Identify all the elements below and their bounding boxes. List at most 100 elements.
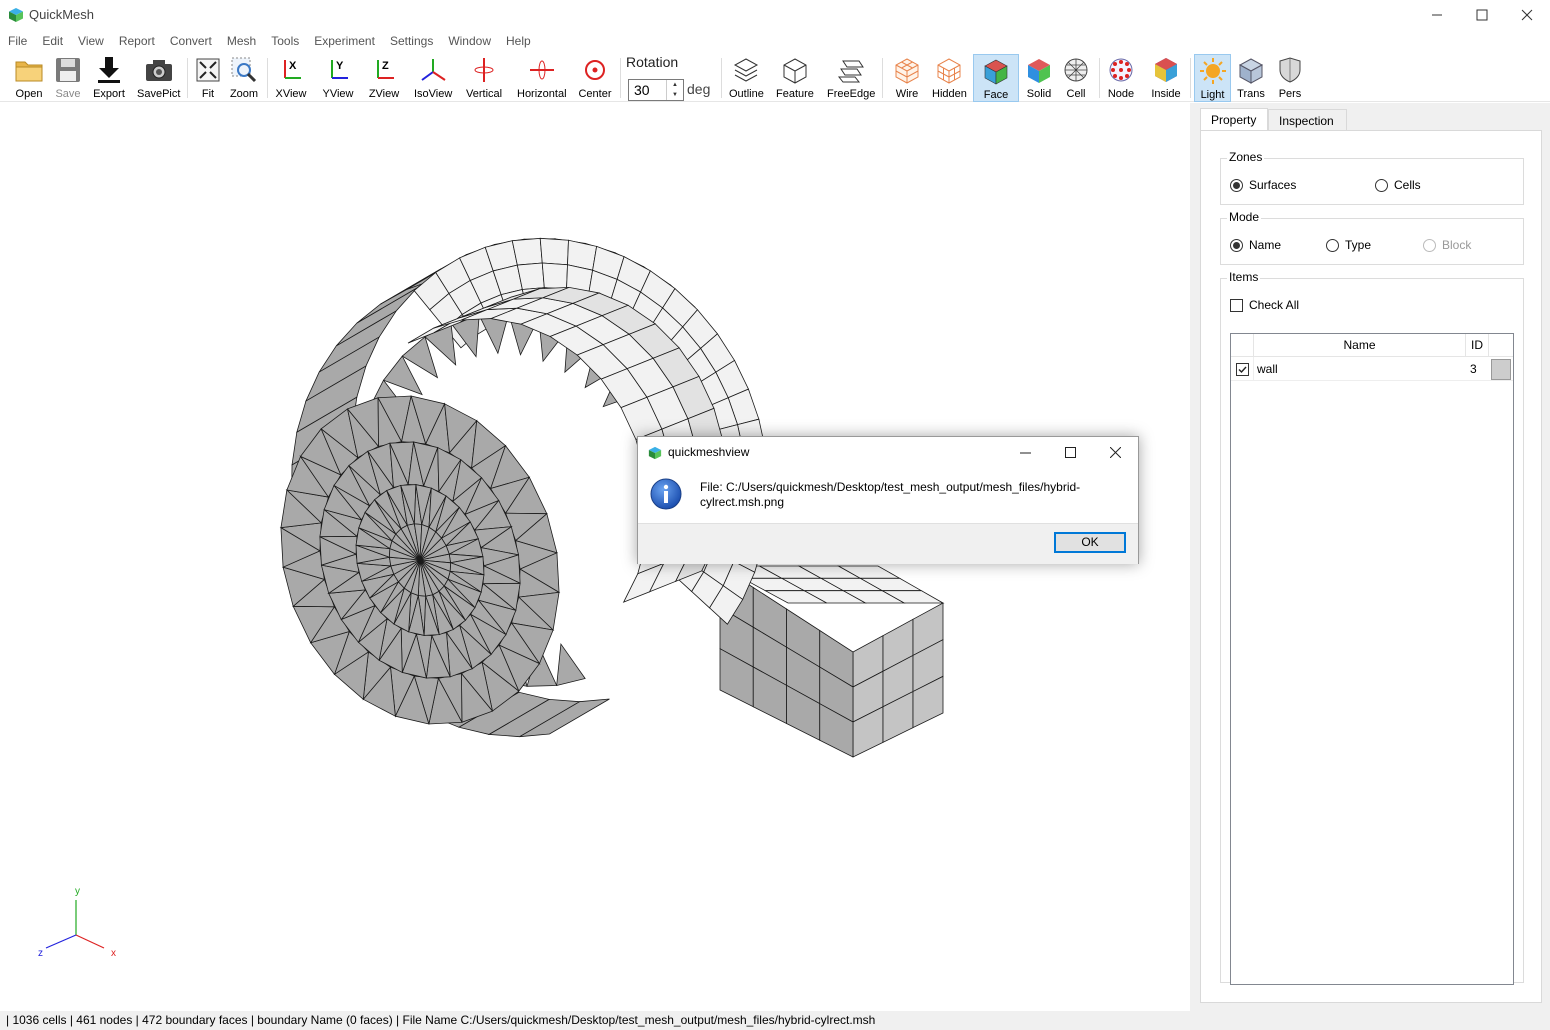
- camera-icon: [145, 60, 172, 81]
- download-arrow-icon: [98, 57, 120, 83]
- magnifier-icon: [231, 57, 257, 83]
- perspective-shield-icon: [1279, 57, 1301, 83]
- mode-title: Mode: [1227, 210, 1262, 224]
- savepict-button[interactable]: SavePict: [137, 54, 180, 102]
- block-radio[interactable]: Block: [1423, 238, 1471, 252]
- inside-hexagon-icon: [1155, 58, 1177, 82]
- menu-help[interactable]: Help: [498, 34, 538, 48]
- ok-button[interactable]: OK: [1054, 532, 1126, 553]
- menu-mesh[interactable]: Mesh: [219, 34, 263, 48]
- dialog-app-icon: [648, 446, 662, 460]
- toolbar: Open Save Export SavePict Fit Zoom X XVi…: [0, 52, 1550, 102]
- panel-splitter[interactable]: [1190, 103, 1200, 1011]
- items-title: Items: [1227, 270, 1261, 284]
- solid-button[interactable]: Solid: [1022, 54, 1056, 102]
- menu-file[interactable]: File: [0, 34, 34, 48]
- step-face: [556, 642, 586, 687]
- axis-triad: y x z: [38, 886, 116, 959]
- menu-view[interactable]: View: [70, 34, 111, 48]
- dialog-close-button[interactable]: [1092, 437, 1138, 467]
- menu-experiment[interactable]: Experiment: [306, 34, 382, 48]
- maximize-icon: [1476, 9, 1488, 21]
- row-checkbox[interactable]: [1231, 357, 1254, 381]
- spin-down-icon[interactable]: ▼: [672, 92, 678, 98]
- iso-axes-icon: [421, 59, 446, 81]
- close-button[interactable]: [1504, 0, 1550, 30]
- hidden-button[interactable]: Hidden: [932, 54, 967, 102]
- cells-radio[interactable]: Cells: [1375, 178, 1421, 192]
- freeedge-button[interactable]: FreeEdge: [827, 54, 875, 102]
- wire-button[interactable]: Wire: [890, 54, 924, 102]
- zview-button[interactable]: Z ZView: [367, 54, 401, 102]
- center-button[interactable]: Center: [578, 54, 612, 102]
- menu-tools[interactable]: Tools: [263, 34, 306, 48]
- vertical-button[interactable]: Vertical: [466, 54, 502, 102]
- table-header: Name ID: [1231, 334, 1513, 357]
- maximize-icon: [1064, 446, 1076, 458]
- inside-button[interactable]: Inside: [1149, 54, 1183, 102]
- spin-up-icon[interactable]: ▲: [672, 82, 678, 88]
- mode-group: Mode Name Type Block: [1220, 210, 1524, 265]
- table-row[interactable]: wall 3: [1231, 357, 1513, 381]
- minimize-button[interactable]: [1414, 0, 1460, 30]
- window-title: QuickMesh: [29, 7, 95, 22]
- fit-button[interactable]: Fit: [191, 54, 225, 102]
- column-id[interactable]: ID: [1466, 334, 1489, 357]
- face-button[interactable]: Face: [973, 54, 1019, 102]
- menu-window[interactable]: Window: [440, 34, 498, 48]
- check-all-checkbox[interactable]: Check All: [1230, 298, 1299, 312]
- large-cylinder-face: [511, 237, 543, 266]
- rotation-spinner[interactable]: ▲ ▼: [666, 80, 683, 100]
- light-button[interactable]: Light: [1194, 54, 1231, 102]
- pers-button[interactable]: Pers: [1273, 54, 1307, 102]
- trans-button[interactable]: Trans: [1234, 54, 1268, 102]
- dialog-maximize-button[interactable]: [1047, 437, 1093, 467]
- save-button[interactable]: Save: [51, 54, 85, 102]
- isoview-button[interactable]: IsoView: [414, 54, 452, 102]
- export-button[interactable]: Export: [92, 54, 126, 102]
- outline-layers-icon: [734, 58, 759, 82]
- row-color-swatch[interactable]: [1491, 359, 1511, 380]
- tab-property[interactable]: Property: [1200, 108, 1268, 131]
- column-name[interactable]: Name: [1254, 334, 1466, 357]
- z-axis-view-icon: Z: [377, 60, 394, 79]
- menu-convert[interactable]: Convert: [162, 34, 219, 48]
- surfaces-radio[interactable]: Surfaces: [1230, 178, 1296, 192]
- sun-light-icon: [1199, 58, 1226, 84]
- cell-button[interactable]: Cell: [1059, 54, 1093, 102]
- minimize-icon: [1432, 14, 1442, 16]
- node-button[interactable]: Node: [1104, 54, 1138, 102]
- node-points-icon: [1109, 58, 1133, 82]
- open-button[interactable]: Open: [12, 54, 46, 102]
- dialog-minimize-button[interactable]: [1002, 437, 1048, 467]
- menu-settings[interactable]: Settings: [382, 34, 440, 48]
- axis-z-label: z: [38, 948, 43, 959]
- free-edge-icon: [838, 60, 865, 83]
- minimize-icon: [1019, 452, 1031, 453]
- large-cylinder-face: [539, 237, 569, 266]
- zoom-button[interactable]: Zoom: [227, 54, 261, 102]
- outline-button[interactable]: Outline: [729, 54, 764, 102]
- fit-arrows-icon: [196, 58, 220, 82]
- feature-cube-icon: [783, 58, 807, 84]
- tab-inspection[interactable]: Inspection: [1268, 109, 1347, 131]
- checkmark-icon: [1235, 362, 1249, 376]
- feature-button[interactable]: Feature: [776, 54, 814, 102]
- svg-text:Z: Z: [382, 60, 389, 72]
- large-cylinder-face: [541, 262, 568, 290]
- name-radio[interactable]: Name: [1230, 238, 1281, 252]
- status-bar: | 1036 cells | 461 nodes | 472 boundary …: [0, 1011, 1550, 1030]
- maximize-button[interactable]: [1459, 0, 1505, 30]
- horizontal-button[interactable]: Horizontal: [517, 54, 567, 102]
- dialog-footer: OK: [638, 523, 1138, 564]
- large-cylinder-face: [516, 262, 545, 290]
- center-target-icon: [585, 60, 605, 80]
- type-radio[interactable]: Type: [1326, 238, 1371, 252]
- menu-edit[interactable]: Edit: [34, 34, 70, 48]
- yview-button[interactable]: Y YView: [321, 54, 355, 102]
- transparent-cube-icon: [1238, 58, 1264, 84]
- svg-text:X: X: [289, 60, 297, 72]
- menu-report[interactable]: Report: [111, 34, 162, 48]
- zones-title: Zones: [1227, 150, 1265, 164]
- xview-button[interactable]: X XView: [274, 54, 308, 102]
